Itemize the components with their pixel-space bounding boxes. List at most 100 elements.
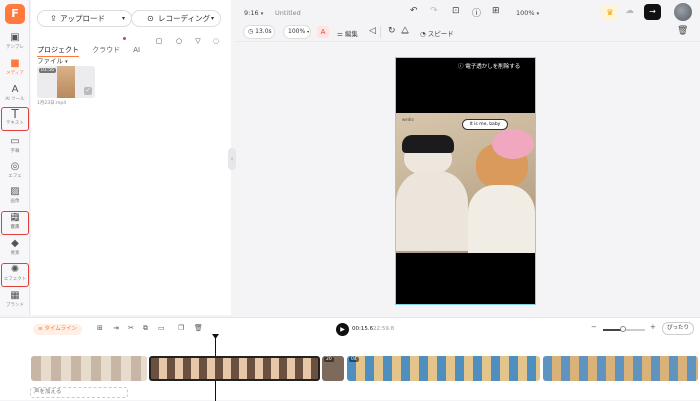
duplicate-icon[interactable]: ❐	[178, 324, 184, 332]
chevron-down-icon: ▾	[307, 29, 310, 34]
play-icon: ▶	[340, 326, 345, 333]
zoom-select[interactable]: 100% ▾	[497, 9, 539, 17]
dog-body	[468, 185, 535, 253]
delete-icon[interactable]: 🗑	[194, 324, 203, 332]
project-title[interactable]: Untitled	[275, 9, 301, 17]
crown-icon[interactable]: ♛	[602, 5, 618, 20]
record-icon: ⊙	[147, 14, 154, 23]
new-folder-icon[interactable]: ▢	[152, 35, 166, 49]
undo-icon[interactable]: ↶	[410, 6, 418, 16]
redo-icon[interactable]: ↷	[430, 6, 438, 16]
fit-button[interactable]: ぴったり	[662, 322, 694, 335]
rail-item-templates[interactable]: ▣ テンプレ	[1, 32, 29, 56]
subtitle-icon: ▭	[10, 136, 20, 147]
scissors-icon[interactable]: ✂	[128, 324, 134, 332]
speech-bubble[interactable]: It is me, baby	[462, 119, 508, 130]
ai-magic-icon[interactable]: A	[317, 26, 329, 38]
timeline-toggle[interactable]: ≡ タイムライン	[33, 324, 82, 335]
play-button[interactable]: ▶	[336, 323, 349, 336]
info-icon: ⓘ	[458, 64, 464, 70]
frame-watermark: wedio	[402, 117, 414, 122]
timeline-clip[interactable]: 04	[347, 356, 540, 381]
rail-item-brand[interactable]: ▦ ブランド	[1, 290, 29, 314]
screenshot-icon[interactable]: ⊡	[452, 6, 460, 16]
zoom-in-icon[interactable]: +	[650, 323, 656, 331]
arrow-right-icon: →	[649, 7, 656, 16]
rail-item-text[interactable]: T テキスト	[1, 107, 29, 131]
rail-item-images[interactable]: ▨ 画像	[1, 186, 29, 210]
add-audio-track[interactable]: 声を加える	[30, 387, 128, 398]
edit-button[interactable]: ⚌ 編集	[337, 28, 358, 38]
remove-watermark-link[interactable]: ⓘ 電子透かしを削除する	[458, 62, 520, 70]
sparkle-icon: ✺	[10, 264, 20, 275]
rail-item-effects-2[interactable]: ✺ エフェクト	[1, 263, 29, 287]
timeline-clip[interactable]	[543, 356, 698, 381]
clock-icon: ◷	[248, 28, 254, 35]
rail-item-ai-tools[interactable]: A AI ツール	[1, 84, 29, 108]
zoom-slider-handle[interactable]	[620, 326, 626, 332]
rail-item-subtitles[interactable]: ▭ 字幕	[1, 136, 29, 160]
rail-item-media[interactable]: ■ メディア	[1, 58, 29, 82]
current-time: 00:15.6	[352, 326, 374, 332]
preview-canvas[interactable]: ⓘ 電子透かしを削除する wedio It is me, baby	[395, 57, 536, 305]
video-frame: wedio It is me, baby	[396, 113, 535, 253]
rail-item-elements[interactable]: ◆ 要素	[1, 238, 29, 262]
cat-body	[396, 171, 468, 251]
aspect-ratio[interactable]: 9:16 ▾	[244, 9, 263, 17]
add-icon[interactable]: ⊞	[97, 324, 103, 332]
dog-hat	[492, 129, 534, 159]
record-button[interactable]: ⊙ レコーディング ▾	[131, 10, 221, 27]
media-tabs: プロジェクト クラウド AI	[37, 37, 148, 57]
playhead-handle[interactable]	[212, 334, 219, 339]
scale-select[interactable]: 100% ▾	[283, 25, 311, 39]
filter-icon[interactable]: ▽	[191, 35, 205, 49]
hide-icon[interactable]: ◌	[209, 35, 223, 49]
cloud-icon[interactable]: ☁	[625, 6, 634, 16]
top-bar: 9:16 ▾ Untitled ↶ ↷ ⊡ ⓘ ⊞ 100% ▾ ♛ ☁ →	[237, 0, 700, 24]
effect-icon: ◎	[10, 161, 20, 172]
rotate-icon[interactable]: ↻	[388, 26, 396, 36]
timeline-icon: ≡	[38, 326, 43, 332]
upload-button[interactable]: ⇪ アップロード ▾	[37, 10, 132, 27]
media-thumbnail[interactable]: 01:56 ✓	[37, 66, 95, 98]
rail-item-audio[interactable]: ♫ 音声	[1, 211, 29, 235]
trash-icon[interactable]: 🗑	[677, 26, 688, 36]
help-icon[interactable]: ⓘ	[472, 6, 481, 19]
speed-button[interactable]: ◔ スピード	[420, 28, 454, 38]
rail-item-effects[interactable]: ◎ エフェ	[1, 161, 29, 185]
collapse-panel-handle[interactable]: ‹	[228, 148, 236, 170]
ai-icon: A	[11, 84, 19, 95]
flip-icon[interactable]: ⧋	[401, 26, 409, 36]
preview-toolbar: ◷ 13.0s 100% ▾ A ⚌ 編集 ◁ ↻ ⧋ ◔ スピード 🗑	[237, 25, 700, 42]
tab-cloud[interactable]: クラウド	[92, 46, 120, 54]
cat-mask	[402, 135, 454, 153]
split-icon[interactable]: ⇥	[113, 324, 119, 332]
total-time: 22:59.8	[373, 326, 395, 332]
file-filter[interactable]: ファイル ▾	[37, 55, 68, 65]
duration-button[interactable]: ◷ 13.0s	[243, 25, 275, 39]
image-icon: ▨	[10, 186, 20, 197]
zoom-out-icon[interactable]: −	[591, 323, 597, 331]
folder-icon: ■	[10, 58, 20, 69]
tab-ai[interactable]: AI	[133, 46, 140, 54]
chevron-down-icon: ▾	[65, 59, 68, 65]
timeline-clip-selected[interactable]	[149, 356, 320, 381]
export-button[interactable]: →	[644, 4, 661, 20]
avatar[interactable]	[674, 3, 692, 21]
brand-icon: ▦	[10, 290, 20, 301]
timeline-clip[interactable]	[31, 356, 147, 381]
caption-icon[interactable]: ▭	[158, 324, 165, 332]
media-panel: ⇪ アップロード ▾ ⊙ レコーディング ▾ プロジェクト クラウド AI ▢ …	[31, 0, 231, 315]
volume-icon[interactable]: ◁	[369, 26, 376, 36]
new-dot	[123, 37, 126, 40]
check-icon[interactable]: ✓	[84, 87, 92, 95]
timeline-clip[interactable]: 20	[322, 356, 344, 381]
upload-icon: ⇪	[50, 14, 57, 23]
freeze-icon[interactable]: ⧉	[143, 324, 148, 333]
app-logo[interactable]: F	[5, 4, 25, 24]
search-icon[interactable]: ○	[172, 35, 186, 49]
text-icon: T	[11, 107, 19, 121]
template-icon: ▣	[10, 32, 20, 43]
thumbnail-image	[57, 66, 75, 98]
music-icon: ♫	[10, 212, 20, 223]
